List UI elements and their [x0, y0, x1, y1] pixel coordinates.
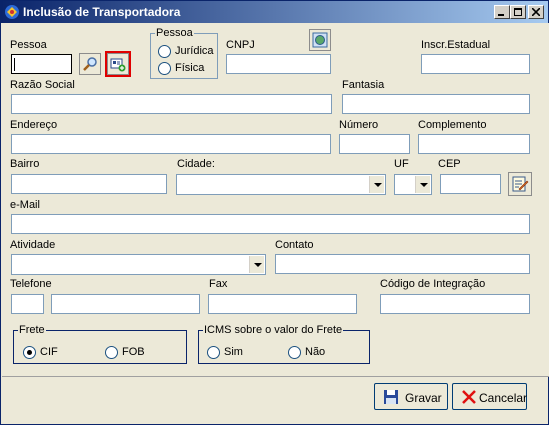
cancel-label: Cancelar	[479, 391, 528, 405]
pessoa-type-group: Pessoa Jurídica Física	[150, 27, 218, 79]
cep-label: CEP	[438, 158, 461, 170]
telefone-ddd-input[interactable]	[11, 294, 44, 314]
cancel-button[interactable]: Cancelar	[452, 383, 527, 410]
radio-icms-sim[interactable]	[207, 346, 220, 359]
radio-icms-nao-label: Não	[305, 346, 326, 358]
floppy-disk-icon	[384, 390, 398, 404]
radio-juridica-label: Jurídica	[175, 45, 214, 57]
icms-group: ICMS sobre o valor do Frete Sim Não	[198, 324, 370, 364]
web-lookup-icon	[312, 32, 328, 48]
telefone-input[interactable]	[51, 294, 200, 314]
bairro-label: Bairro	[10, 158, 40, 170]
cnpj-input[interactable]	[226, 54, 331, 74]
frete-group: Frete CIF FOB	[13, 324, 187, 364]
fantasia-input[interactable]	[342, 94, 530, 114]
cidade-dropdown-icon[interactable]	[369, 176, 384, 193]
radio-icms-nao[interactable]	[288, 346, 301, 359]
email-input[interactable]	[11, 214, 530, 234]
add-person-button[interactable]	[107, 53, 129, 75]
atividade-label: Atividade	[10, 239, 56, 251]
text-cursor	[14, 58, 15, 71]
form-panel: Pessoa Pessoa Jurídica Física CNPJ Inscr…	[2, 23, 549, 377]
numero-input[interactable]	[339, 134, 410, 154]
cnpj-lookup-button[interactable]	[309, 29, 331, 51]
pessoa-type-title: Pessoa	[155, 27, 194, 39]
radio-fob[interactable]	[105, 346, 118, 359]
atividade-select[interactable]	[11, 254, 266, 275]
fax-label: Fax	[209, 278, 228, 290]
atividade-dropdown-icon[interactable]	[249, 256, 264, 273]
complemento-label: Complemento	[418, 119, 487, 131]
codigo-integracao-label: Código de Integração	[380, 278, 486, 290]
cep-input[interactable]	[440, 174, 501, 194]
cnpj-label: CNPJ	[226, 39, 255, 51]
inscr-estadual-label: Inscr.Estadual	[421, 39, 491, 51]
title-bar[interactable]: Inclusão de Transportadora	[1, 1, 548, 23]
radio-cif[interactable]	[23, 346, 36, 359]
radio-fob-label: FOB	[122, 346, 145, 358]
complemento-input[interactable]	[418, 134, 530, 154]
razao-social-label: Razão Social	[10, 79, 75, 91]
email-label: e-Mail	[10, 199, 40, 211]
search-button[interactable]	[79, 53, 101, 75]
cidade-select[interactable]	[176, 174, 386, 195]
cancel-x-icon	[462, 390, 476, 404]
close-icon[interactable]	[528, 5, 544, 19]
pessoa-label: Pessoa	[10, 39, 47, 51]
minimize-icon[interactable]	[494, 5, 510, 19]
radio-icms-sim-label: Sim	[224, 346, 243, 358]
uf-label: UF	[394, 158, 409, 170]
save-label: Gravar	[405, 391, 442, 405]
cidade-label: Cidade:	[177, 158, 215, 170]
search-icon	[83, 57, 97, 71]
razao-social-input[interactable]	[11, 94, 332, 114]
app-icon	[4, 4, 20, 20]
maximize-icon[interactable]	[510, 5, 526, 19]
telefone-label: Telefone	[10, 278, 52, 290]
edit-note-icon	[512, 176, 529, 192]
icms-title: ICMS sobre o valor do Frete	[203, 324, 344, 336]
dialog-window: Inclusão de Transportadora Pessoa Pessoa…	[0, 0, 549, 425]
cep-lookup-button[interactable]	[508, 172, 532, 196]
frete-title: Frete	[18, 324, 46, 336]
uf-select[interactable]	[394, 174, 432, 195]
endereco-label: Endereço	[10, 119, 58, 131]
pessoa-code-input[interactable]	[11, 54, 72, 74]
contato-input[interactable]	[275, 254, 530, 274]
fax-input[interactable]	[208, 294, 357, 314]
contato-label: Contato	[275, 239, 314, 251]
numero-label: Número	[339, 119, 379, 131]
bairro-input[interactable]	[11, 174, 167, 194]
window-title: Inclusão de Transportadora	[23, 5, 181, 19]
save-button[interactable]: Gravar	[374, 383, 448, 410]
add-card-icon	[110, 58, 126, 72]
uf-dropdown-icon[interactable]	[415, 176, 430, 193]
inscr-estadual-input[interactable]	[421, 54, 530, 74]
radio-juridica[interactable]	[158, 45, 171, 58]
codigo-integracao-input[interactable]	[380, 294, 530, 314]
endereco-input[interactable]	[11, 134, 331, 154]
radio-fisica-label: Física	[175, 62, 205, 74]
radio-fisica[interactable]	[158, 62, 171, 75]
radio-cif-label: CIF	[40, 346, 58, 358]
fantasia-label: Fantasia	[342, 79, 385, 91]
